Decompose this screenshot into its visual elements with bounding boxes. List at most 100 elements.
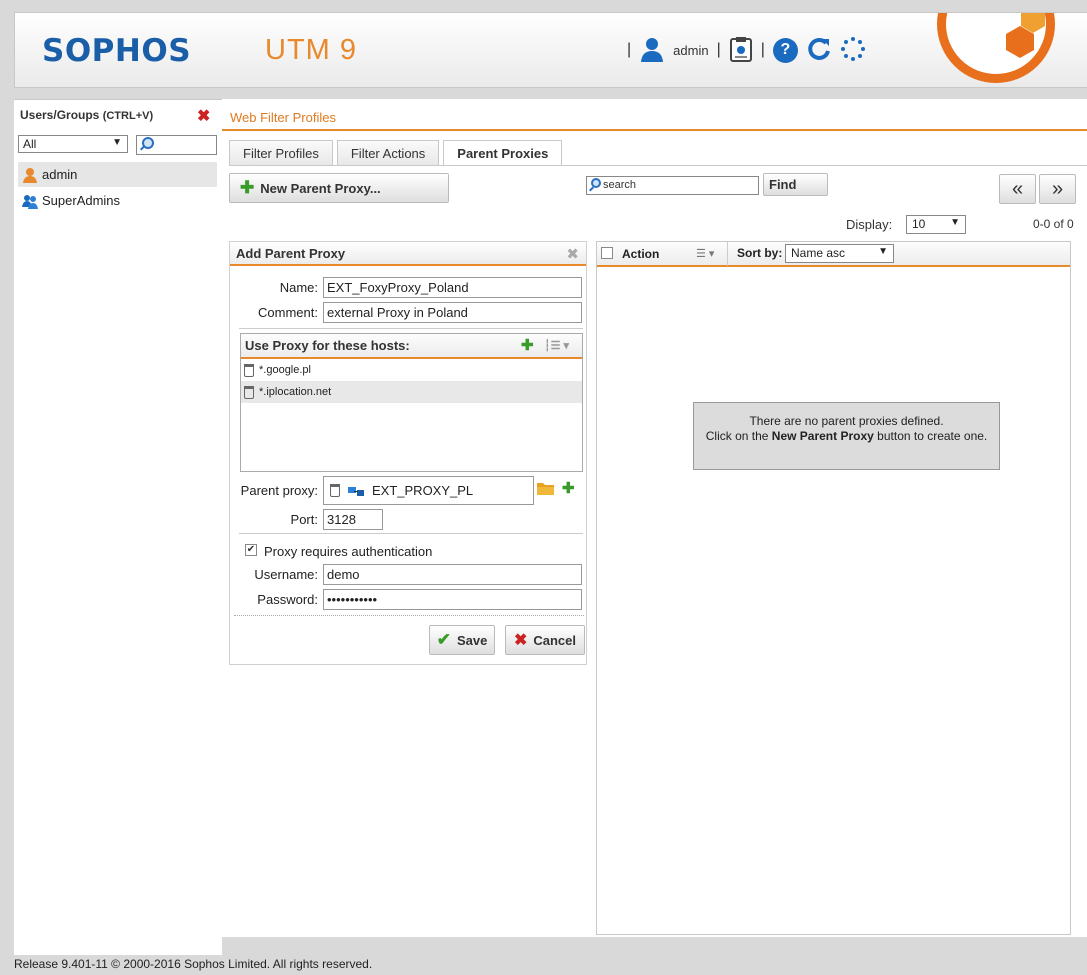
message-text: Click on the (705, 429, 769, 443)
name-label: Name: (279, 280, 318, 295)
users-filter-select[interactable]: All ▼ (18, 135, 128, 153)
next-page-button[interactable]: » (1039, 174, 1076, 204)
list-item[interactable]: *.google.pl (241, 359, 582, 381)
close-panel-icon[interactable]: ✖ (197, 106, 210, 126)
new-parent-proxy-button[interactable]: ✚ New Parent Proxy... (229, 173, 449, 203)
tab-filter-actions[interactable]: Filter Actions (336, 140, 440, 165)
sort-by-label: Sort by: (737, 246, 783, 260)
empty-message-line: Click on the New Parent Proxy button to … (694, 429, 999, 444)
trash-icon[interactable] (244, 363, 254, 377)
password-input[interactable]: ••••••••••• (323, 589, 582, 610)
comment-label: Comment: (258, 305, 318, 320)
add-proxy-icon[interactable]: ✚ (562, 479, 575, 497)
header-tools: | admin | | ? (627, 35, 866, 65)
parent-proxy-label: Parent proxy: (240, 483, 318, 498)
breadcrumb-divider (222, 129, 1087, 131)
activity-spinner-icon (840, 36, 866, 65)
empty-list-message: There are no parent proxies defined. Cli… (693, 402, 1000, 470)
users-search-input[interactable] (136, 135, 217, 155)
user-icon (23, 167, 37, 183)
hosts-header: Use Proxy for these hosts: ✚ ┆☰ ▾ (241, 334, 582, 359)
result-count: 0-0 of 0 (1033, 217, 1074, 231)
breadcrumb[interactable]: Web Filter Profiles (230, 110, 336, 125)
list-item[interactable]: *.iplocation.net (241, 381, 582, 403)
action-menu-icon[interactable]: ☰ ▾ (696, 247, 714, 260)
port-input[interactable]: 3128 (323, 509, 383, 530)
chevron-down-icon: ▼ (112, 137, 122, 148)
plus-icon: ✚ (240, 178, 255, 197)
display-count-select[interactable]: 10 ▼ (906, 215, 966, 234)
group-icon (22, 194, 38, 209)
auth-checkbox[interactable]: ✔ (245, 544, 257, 556)
cancel-button[interactable]: ✖ Cancel (505, 625, 585, 655)
username-label: Username: (254, 567, 318, 582)
network-host-icon (348, 486, 364, 496)
main-content: Web Filter Profiles Filter Profiles Filt… (222, 99, 1087, 937)
footer-copyright: Release 9.401-11 © 2000-2016 Sophos Limi… (14, 957, 373, 971)
sort-value: Name asc (791, 246, 846, 260)
host-label: *.iplocation.net (259, 386, 332, 398)
username-input[interactable]: demo (323, 564, 582, 585)
select-all-checkbox[interactable] (601, 247, 613, 259)
action-label: Action (622, 247, 660, 261)
list-item-admin[interactable]: admin (18, 162, 217, 187)
search-value: search (603, 179, 637, 191)
app-header: SOPHOS UTM 9 | admin | | ? (14, 12, 1087, 88)
parent-proxies-list: Action ☰ ▾ Sort by: Name asc ▼ There are… (596, 241, 1071, 935)
add-parent-proxy-form: Add Parent Proxy ✖ Name: EXT_FoxyProxy_P… (229, 241, 587, 665)
help-icon[interactable]: ? (772, 37, 798, 63)
users-groups-panel: Users/Groups (CTRL+V) ✖ All ▼ admin Supe… (14, 99, 222, 955)
close-form-icon[interactable]: ✖ (566, 245, 579, 263)
folder-icon[interactable] (537, 482, 554, 498)
host-label: *.google.pl (259, 364, 311, 376)
panel-title: Users/Groups (20, 108, 100, 122)
tab-filter-profiles[interactable]: Filter Profiles (229, 140, 333, 165)
filter-value: All (23, 137, 37, 151)
list-item-superadmins[interactable]: SuperAdmins (18, 188, 217, 213)
find-button[interactable]: Find (763, 173, 828, 196)
previous-page-button[interactable]: « (999, 174, 1036, 204)
user-icon[interactable] (639, 36, 665, 65)
empty-message-line: There are no parent proxies defined. (749, 414, 944, 428)
trash-icon[interactable] (244, 385, 254, 399)
user-name[interactable]: admin (673, 43, 708, 58)
port-label: Port: (290, 512, 318, 527)
display-label: Display: (846, 217, 893, 232)
list-options-icon[interactable]: ┆☰ ▾ (544, 339, 569, 352)
message-text: button to create one. (877, 429, 988, 443)
message-bold-text: New Parent Proxy (771, 429, 874, 443)
list-item-label: SuperAdmins (42, 193, 121, 208)
comment-input[interactable]: external Proxy in Poland (323, 302, 582, 323)
search-icon (591, 178, 601, 188)
separator: | (716, 41, 721, 58)
close-icon: ✖ (513, 632, 528, 649)
chevron-down-icon: ▼ (878, 246, 888, 257)
add-host-icon[interactable]: ✚ (521, 336, 534, 354)
auth-label: Proxy requires authentication (264, 544, 433, 559)
refresh-icon[interactable] (806, 36, 832, 65)
form-title: Add Parent Proxy (230, 242, 586, 266)
save-button[interactable]: ✔ Save (429, 625, 495, 655)
name-input[interactable]: EXT_FoxyProxy_Poland (323, 277, 582, 298)
sort-by-select[interactable]: Name asc ▼ (785, 244, 894, 263)
password-label: Password: (257, 592, 318, 607)
separator: | (627, 41, 632, 58)
list-header: Action ☰ ▾ Sort by: Name asc ▼ (597, 242, 1070, 267)
clipboard-icon[interactable] (729, 36, 753, 65)
trash-icon[interactable] (330, 484, 340, 497)
divider (234, 615, 584, 616)
divider (727, 242, 728, 266)
list-item-label: admin (42, 167, 78, 182)
checkmark-icon: ✔ (436, 630, 451, 649)
button-label: New Parent Proxy... (260, 180, 381, 196)
panel-shortcut: (CTRL+V) (102, 110, 154, 122)
search-icon (142, 137, 154, 149)
search-input[interactable]: search (586, 176, 759, 195)
parent-proxy-field[interactable]: EXT_PROXY_PL (323, 476, 534, 505)
hosts-title: Use Proxy for these hosts: (245, 338, 410, 353)
brand-circle-graphic (937, 13, 1055, 83)
proxy-hosts-list: Use Proxy for these hosts: ✚ ┆☰ ▾ *.goog… (240, 333, 583, 472)
button-label: Save (456, 632, 488, 648)
tab-parent-proxies[interactable]: Parent Proxies (443, 140, 563, 166)
display-value: 10 (912, 217, 926, 231)
